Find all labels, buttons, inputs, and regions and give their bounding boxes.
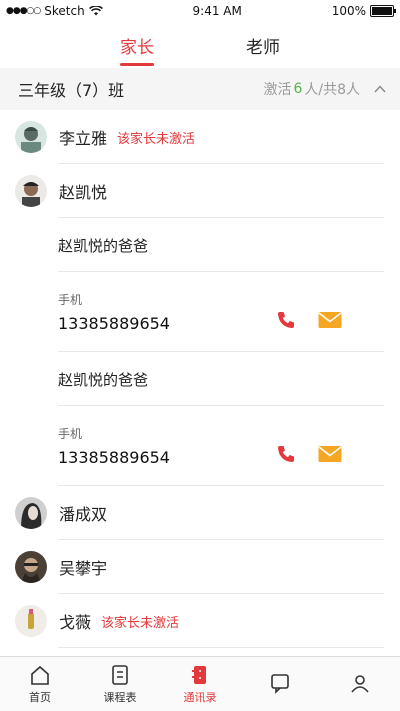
tab-contacts[interactable]: 通讯录	[160, 657, 240, 711]
tab-schedule[interactable]: 课程表	[80, 657, 160, 711]
contact-name: 戈薇	[59, 613, 92, 632]
home-icon	[31, 665, 49, 685]
contact-name: 赵凯悦	[59, 183, 108, 202]
guardian-name: 赵凯悦的爸爸	[58, 236, 149, 255]
wifi-icon	[88, 6, 103, 16]
contact-row[interactable]: 李立雅 该家长未激活	[0, 110, 400, 164]
class-header[interactable]: 三年级（7）班 激活 6 人/共8人	[0, 68, 400, 110]
tab-teachers[interactable]: 老师	[246, 33, 280, 66]
tab-messages[interactable]	[240, 657, 320, 711]
phone-label: 手机	[58, 293, 83, 307]
battery-percent: 100%	[331, 4, 366, 18]
phone-label: 手机	[58, 427, 83, 441]
tab-parents[interactable]: 家长	[120, 33, 154, 66]
tab-home[interactable]: 首页	[0, 657, 80, 711]
mail-icon[interactable]	[318, 445, 342, 463]
status-bar: ●●●○○ Sketch 9:41 AM 100%	[0, 0, 400, 22]
guardian-row[interactable]: 赵凯悦的爸爸	[0, 218, 400, 272]
contact-name: 吴攀宇	[59, 559, 108, 578]
tab-profile[interactable]	[320, 657, 400, 711]
phone-row: 手机 13385889654	[0, 406, 400, 486]
phone-row: 手机 13385889654	[0, 272, 400, 352]
contact-row[interactable]: 赵凯悦	[0, 164, 400, 218]
avatar	[15, 605, 47, 637]
phone-icon[interactable]	[276, 310, 296, 330]
contact-row[interactable]: 戈薇 该家长未激活	[0, 594, 400, 648]
avatar	[15, 175, 47, 207]
contact-name: 李立雅	[59, 129, 108, 148]
tab-label: 首页	[29, 690, 51, 704]
avatar	[15, 551, 47, 583]
bottom-tab-bar: 首页 课程表 通讯录	[0, 656, 400, 711]
active-count: 6	[293, 81, 303, 97]
carrier-name: Sketch	[44, 4, 85, 18]
schedule-icon	[112, 664, 128, 685]
phone-number: 13385889654	[58, 314, 170, 333]
signal-icon: ●●●○○	[6, 6, 41, 16]
clock: 9:41 AM	[192, 4, 242, 18]
message-icon	[271, 673, 289, 694]
class-title: 三年级（7）班	[18, 81, 125, 100]
mail-icon[interactable]	[318, 311, 342, 329]
chevron-up-icon[interactable]	[374, 83, 386, 95]
guardian-row[interactable]: 赵凯悦的爸爸	[0, 352, 400, 406]
contacts-icon	[192, 665, 206, 684]
phone-icon[interactable]	[276, 444, 296, 464]
segment-tabs: 家长 老师	[0, 22, 400, 66]
tab-label: 通讯录	[183, 690, 217, 704]
avatar	[15, 121, 47, 153]
inactive-badge: 该家长未激活	[101, 615, 180, 631]
profile-icon	[351, 674, 369, 693]
tab-label: 课程表	[103, 690, 137, 704]
contact-row[interactable]: 潘成双	[0, 486, 400, 540]
guardian-name: 赵凯悦的爸爸	[58, 370, 149, 389]
contact-name: 潘成双	[59, 505, 108, 524]
activation-stats: 激活 6 人/共8人	[263, 79, 386, 99]
phone-number: 13385889654	[58, 448, 170, 467]
inactive-badge: 该家长未激活	[117, 131, 196, 147]
avatar	[15, 497, 47, 529]
contact-row[interactable]: 吴攀宇	[0, 540, 400, 594]
battery-icon	[370, 5, 396, 17]
